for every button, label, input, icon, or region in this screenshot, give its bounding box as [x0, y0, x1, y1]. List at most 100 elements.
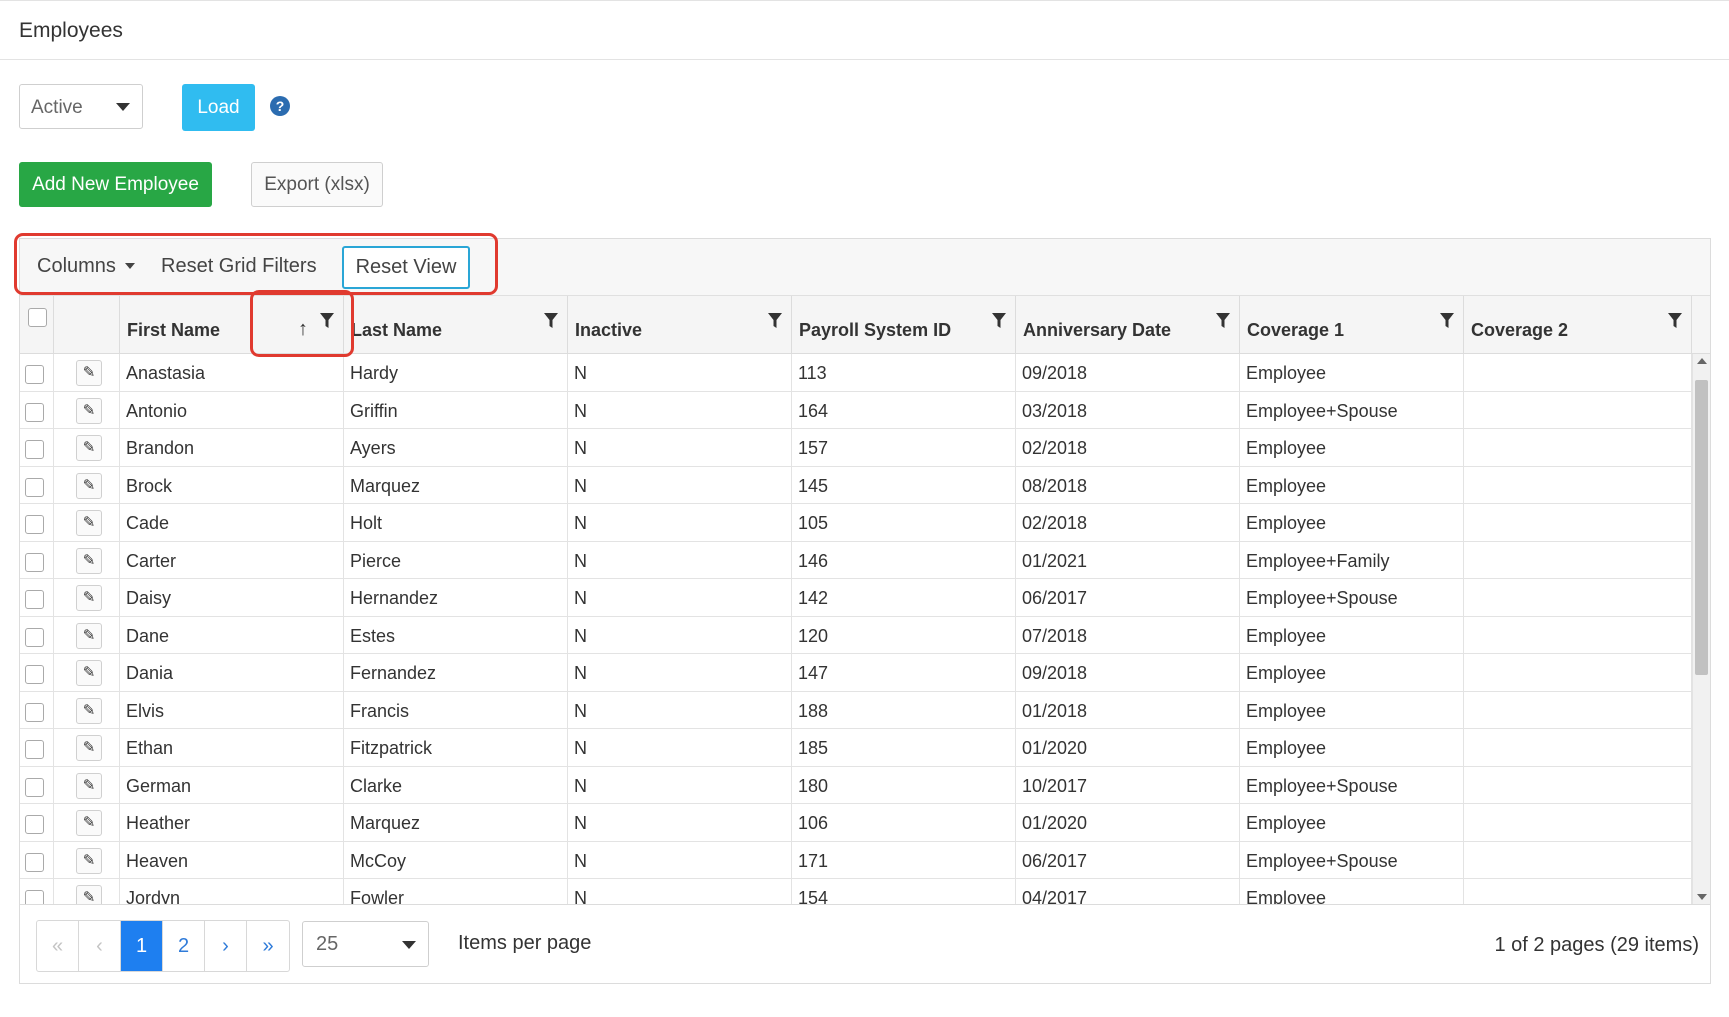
status-dropdown[interactable]: Active: [19, 84, 143, 129]
filter-icon[interactable]: [1440, 313, 1454, 329]
cell-last-name: Ayers: [344, 429, 568, 467]
table-row[interactable]: ✎ Dania Fernandez N 147 09/2018 Employee: [20, 654, 1692, 692]
load-button[interactable]: Load: [182, 84, 255, 131]
cell-last-name: Fitzpatrick: [344, 729, 568, 767]
cell-first-name: Ethan: [120, 729, 344, 767]
column-header-coverage-1[interactable]: Coverage 1: [1240, 296, 1464, 354]
row-checkbox[interactable]: [25, 402, 44, 422]
column-header-anniversary-date[interactable]: Anniversary Date: [1016, 296, 1240, 354]
table-row[interactable]: ✎ Ethan Fitzpatrick N 185 01/2020 Employee: [20, 729, 1692, 767]
row-checkbox[interactable]: [25, 740, 44, 759]
pencil-edit-icon[interactable]: ✎: [76, 772, 102, 799]
first-page-button[interactable]: «: [37, 921, 79, 971]
column-header-last-name[interactable]: Last Name: [344, 296, 568, 354]
cell-last-name: Estes: [344, 616, 568, 654]
cell-coverage-1: Employee+Spouse: [1240, 766, 1464, 804]
table-row[interactable]: ✎ Heaven McCoy N 171 06/2017 Employee+Spouse: [20, 841, 1692, 879]
column-header-inactive[interactable]: Inactive: [568, 296, 792, 354]
column-header-payroll-system-id[interactable]: Payroll System ID: [792, 296, 1016, 354]
table-row[interactable]: ✎ Antonio Griffin N 164 03/2018 Employee+Spous…: [20, 391, 1692, 429]
table-row[interactable]: ✎ Heather Marquez N 106 01/2020 Employee: [20, 804, 1692, 842]
filter-icon[interactable]: [544, 313, 558, 329]
filter-icon[interactable]: [992, 313, 1006, 329]
table-row[interactable]: ✎ Anastasia Hardy N 113 09/2018 Employee: [20, 354, 1692, 392]
row-checkbox[interactable]: [25, 365, 44, 384]
pencil-edit-icon[interactable]: ✎: [76, 435, 102, 461]
scroll-thumb[interactable]: [1695, 380, 1708, 675]
table-row[interactable]: ✎ Elvis Francis N 188 01/2018 Employee: [20, 691, 1692, 729]
table-row[interactable]: ✎ Brock Marquez N 145 08/2018 Employee: [20, 466, 1692, 504]
table-row[interactable]: ✎ Carter Pierce N 146 01/2021 Employee+Family: [20, 541, 1692, 579]
help-icon[interactable]: ?: [270, 96, 290, 116]
cell-coverage-2: [1464, 616, 1692, 654]
table-row[interactable]: ✎ German Clarke N 180 10/2017 Employee+Spouse: [20, 766, 1692, 804]
row-checkbox[interactable]: [25, 552, 44, 572]
row-checkbox[interactable]: [25, 440, 44, 459]
status-dropdown-value: Active: [31, 97, 83, 118]
row-checkbox[interactable]: [25, 665, 44, 684]
cell-anniversary-date: 01/2021: [1016, 541, 1240, 579]
filter-icon[interactable]: [320, 313, 334, 329]
select-all-checkbox[interactable]: [28, 308, 47, 327]
cell-last-name: Francis: [344, 691, 568, 729]
pencil-edit-icon[interactable]: ✎: [76, 360, 102, 386]
table-row[interactable]: ✎ Brandon Ayers N 157 02/2018 Employee: [20, 429, 1692, 467]
pencil-edit-icon[interactable]: ✎: [76, 510, 102, 536]
row-checkbox[interactable]: [25, 590, 44, 609]
reset-view-button[interactable]: Reset View: [342, 246, 470, 289]
pencil-edit-icon[interactable]: ✎: [76, 885, 102, 904]
table-row[interactable]: ✎ Jordyn Fowler N 154 04/2017 Employee: [20, 879, 1692, 904]
pencil-edit-icon[interactable]: ✎: [76, 547, 102, 574]
pencil-edit-icon[interactable]: ✎: [76, 810, 102, 836]
next-page-button[interactable]: ›: [205, 921, 247, 971]
filter-icon[interactable]: [1216, 313, 1230, 329]
row-select-cell: [20, 729, 54, 767]
sort-ascending-icon[interactable]: ↑: [298, 318, 308, 341]
page-button-2[interactable]: 2: [163, 921, 205, 971]
cell-coverage-2: [1464, 504, 1692, 542]
row-checkbox[interactable]: [25, 777, 44, 797]
pencil-edit-icon[interactable]: ✎: [76, 697, 102, 724]
scroll-up-arrow-icon[interactable]: [1697, 358, 1707, 364]
filter-icon[interactable]: [768, 313, 782, 329]
cell-coverage-1: Employee: [1240, 654, 1464, 692]
scroll-down-arrow-icon[interactable]: [1697, 894, 1707, 900]
filter-icon[interactable]: [1668, 313, 1682, 329]
row-checkbox[interactable]: [25, 627, 44, 647]
pencil-edit-icon[interactable]: ✎: [76, 397, 102, 424]
pencil-edit-icon[interactable]: ✎: [76, 472, 102, 499]
export-xlsx-button[interactable]: Export (xlsx): [251, 162, 383, 207]
pencil-edit-icon[interactable]: ✎: [76, 660, 102, 686]
add-new-employee-button[interactable]: Add New Employee: [19, 162, 212, 207]
row-checkbox[interactable]: [25, 815, 44, 834]
last-page-button[interactable]: »: [247, 921, 289, 971]
page-size-dropdown[interactable]: 25: [302, 921, 429, 967]
cell-inactive: N: [568, 729, 792, 767]
previous-page-button[interactable]: ‹: [79, 921, 121, 971]
row-checkbox[interactable]: [25, 890, 44, 904]
cell-inactive: N: [568, 354, 792, 392]
pencil-edit-icon[interactable]: ✎: [76, 622, 102, 649]
column-header-coverage-2[interactable]: Coverage 2: [1464, 296, 1692, 354]
pencil-edit-icon[interactable]: ✎: [76, 847, 102, 874]
row-edit-cell: ✎: [54, 654, 120, 692]
row-checkbox[interactable]: [25, 852, 44, 872]
page-button-1[interactable]: 1: [121, 921, 163, 971]
reset-grid-filters-button[interactable]: Reset Grid Filters: [161, 255, 317, 278]
column-header-first-name[interactable]: First Name ↑: [120, 296, 344, 354]
grid-pager: « ‹ 1 2 › » 25 Items per page 1 of 2 pag…: [20, 904, 1710, 983]
cell-payroll-system-id: 157: [792, 429, 1016, 467]
row-checkbox[interactable]: [25, 702, 44, 722]
table-row[interactable]: ✎ Cade Holt N 105 02/2018 Employee: [20, 504, 1692, 542]
row-checkbox[interactable]: [25, 515, 44, 534]
table-row[interactable]: ✎ Daisy Hernandez N 142 06/2017 Employee+Spous…: [20, 579, 1692, 617]
row-select-cell: [20, 391, 54, 429]
grid-header-row: First Name ↑ Last Name Inactive Payroll Syst…: [20, 296, 1710, 354]
pencil-edit-icon[interactable]: ✎: [76, 585, 102, 611]
vertical-scrollbar[interactable]: [1692, 354, 1710, 904]
pencil-edit-icon[interactable]: ✎: [76, 735, 102, 761]
columns-menu-button[interactable]: Columns: [37, 255, 136, 278]
table-row[interactable]: ✎ Dane Estes N 120 07/2018 Employee: [20, 616, 1692, 654]
row-checkbox[interactable]: [25, 477, 44, 497]
cell-last-name: Hardy: [344, 354, 568, 392]
